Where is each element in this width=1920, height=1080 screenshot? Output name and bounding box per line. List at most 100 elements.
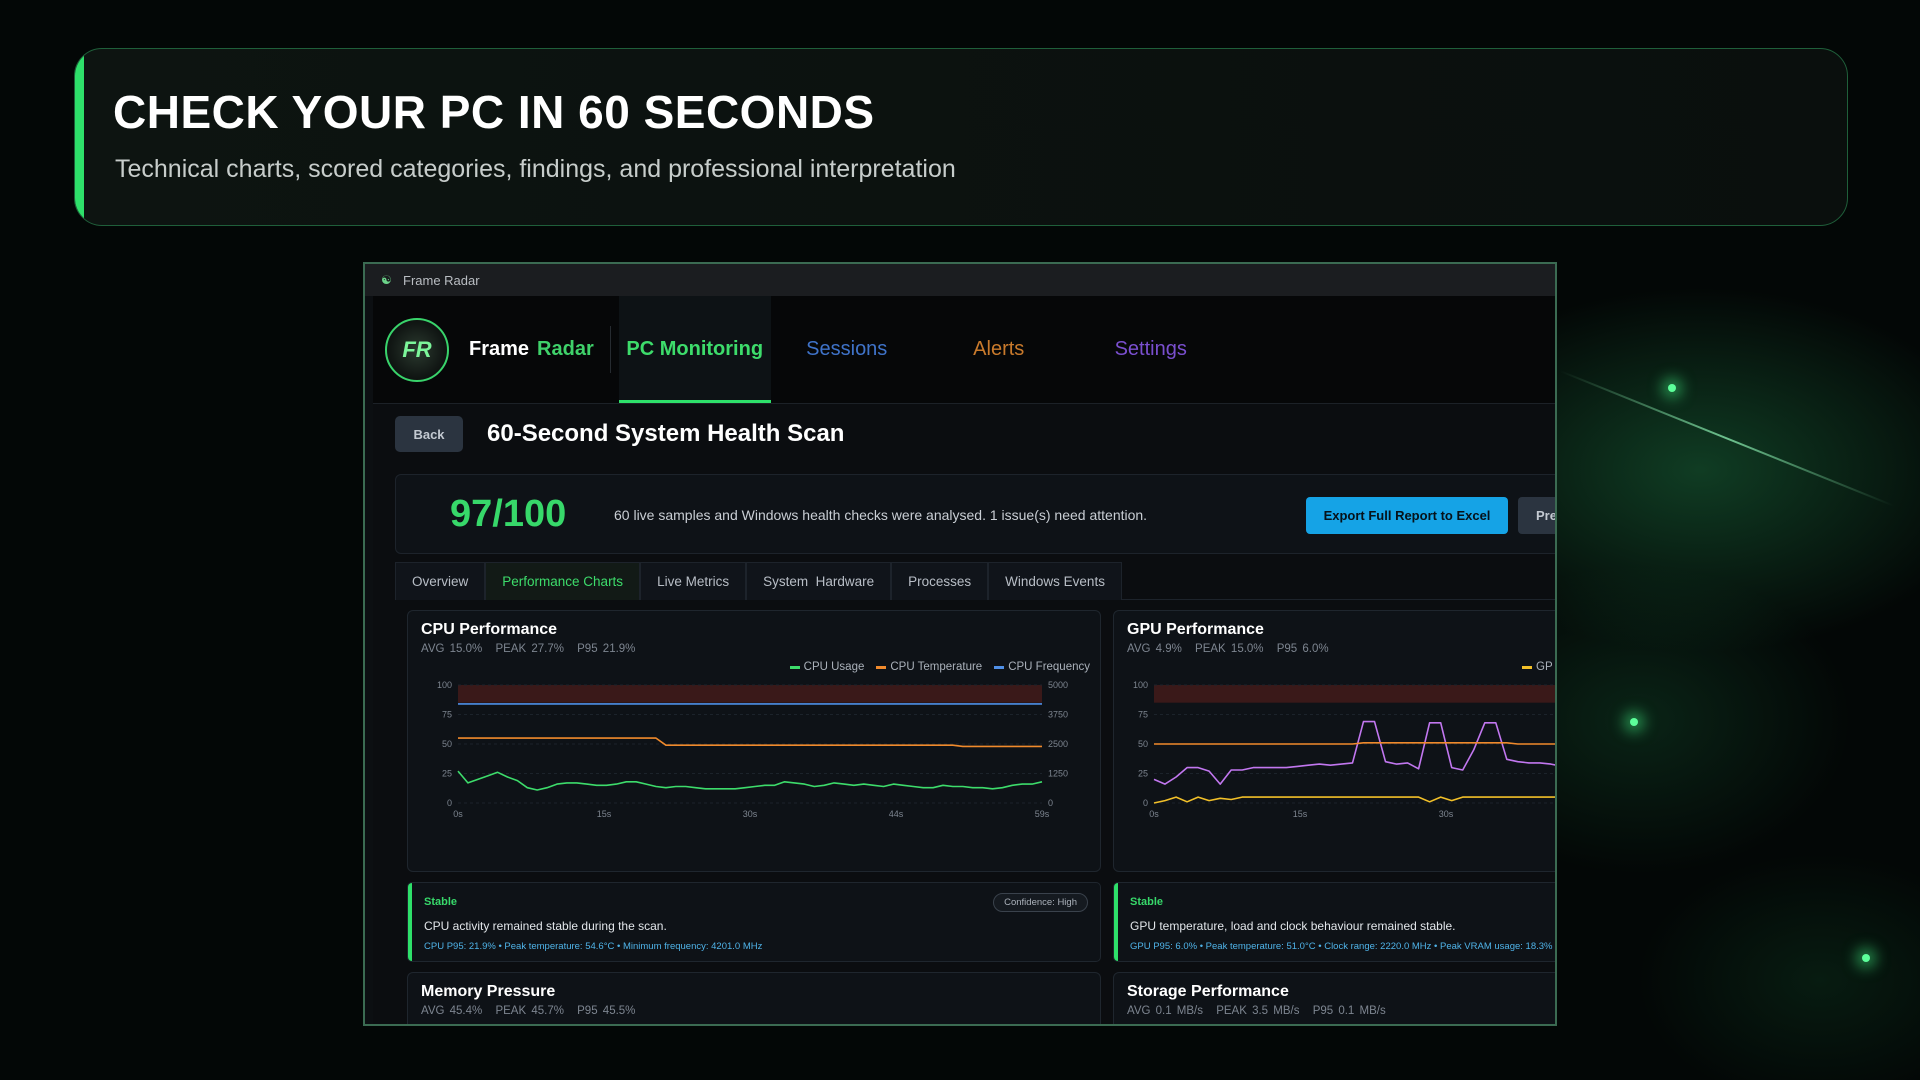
nav-tab-alerts[interactable]: Alerts bbox=[923, 296, 1075, 403]
nav-tab-settings[interactable]: Settings bbox=[1075, 296, 1227, 403]
card-stats: AVG 15.0% PEAK 27.7% P95 21.9% bbox=[421, 643, 643, 655]
confidence-badge: Confidence: High bbox=[993, 893, 1088, 912]
tab-windows-events[interactable]: Windows Events bbox=[988, 562, 1122, 600]
stat-avg: AVG 0.1 MB/s bbox=[1127, 1005, 1204, 1017]
finding-text: GPU temperature, load and clock behaviou… bbox=[1130, 919, 1456, 933]
app-window: ☯ Frame Radar FR Frame Radar PC Monitori… bbox=[363, 262, 1557, 1026]
stat-peak: PEAK 45.7% bbox=[495, 1005, 564, 1017]
tab-processes[interactable]: Processes bbox=[891, 562, 989, 600]
app-icon: ☯ bbox=[381, 273, 392, 287]
legend-label: CPU Frequency bbox=[1008, 661, 1090, 673]
legend-item[interactable]: GP bbox=[1522, 661, 1553, 673]
card-title: Memory Pressure bbox=[421, 983, 556, 1000]
y2-tick-label: 0 bbox=[1048, 798, 1053, 808]
cpu-finding-card: Stable Confidence: High CPU activity rem… bbox=[407, 882, 1101, 962]
brand-name: Frame Radar bbox=[461, 326, 611, 373]
window-titlebar[interactable]: ☯ Frame Radar bbox=[365, 264, 1555, 296]
stat-avg: AVG 15.0% bbox=[421, 643, 483, 655]
y-tick-label: 0 bbox=[1143, 798, 1148, 808]
y-tick-label: 25 bbox=[1138, 769, 1148, 779]
x-tick-label: 59s bbox=[1035, 809, 1050, 819]
gpu-performance-card: GPU Performance AVG 4.9% PEAK 15.0% P95 … bbox=[1113, 610, 1555, 872]
brand-name-second: Radar bbox=[537, 338, 594, 360]
legend-item[interactable]: CPU Frequency bbox=[994, 661, 1090, 673]
series-line bbox=[1153, 720, 1555, 785]
y-tick-label: 0 bbox=[447, 798, 452, 808]
window-title: Frame Radar bbox=[403, 272, 480, 288]
card-stats: AVG 4.9% PEAK 15.0% P95 6.0% bbox=[1127, 643, 1337, 655]
tab-system-hardware[interactable]: System Hardware bbox=[746, 562, 892, 600]
tab-performance-charts[interactable]: Performance Charts bbox=[485, 562, 641, 600]
stat-avg: AVG 4.9% bbox=[1127, 643, 1182, 655]
y-tick-label: 50 bbox=[442, 739, 452, 749]
tab-overview[interactable]: Overview bbox=[395, 562, 486, 600]
gpu-finding-card: Stable GPU temperature, load and clock b… bbox=[1113, 882, 1555, 962]
page-title: 60-Second System Health Scan bbox=[487, 420, 845, 447]
background-light-dot bbox=[1862, 954, 1870, 962]
status-accent-bar bbox=[408, 883, 412, 961]
health-score: 97/100 bbox=[450, 493, 567, 535]
background-light-dot bbox=[1630, 718, 1638, 726]
legend-item[interactable]: CPU Usage bbox=[789, 661, 865, 673]
tab-live-metrics[interactable]: Live Metrics bbox=[640, 562, 747, 600]
legend-item[interactable]: CPU Temperature bbox=[876, 661, 982, 673]
threshold-band bbox=[1154, 685, 1555, 703]
card-stats: AVG 0.1 MB/s PEAK 3.5 MB/s P95 0.1 MB/s bbox=[1127, 1005, 1394, 1017]
x-tick-label: 0s bbox=[1149, 809, 1159, 819]
chart-legend: CPU Usage CPU Temperature CPU Frequency bbox=[789, 661, 1090, 673]
series-line bbox=[457, 770, 1043, 791]
finding-detail: CPU P95: 21.9% • Peak temperature: 54.6°… bbox=[424, 941, 763, 952]
storage-performance-card: Storage Performance AVG 0.1 MB/s PEAK 3.… bbox=[1113, 972, 1555, 1024]
legend-label: CPU Usage bbox=[803, 661, 865, 673]
card-title: GPU Performance bbox=[1127, 621, 1264, 638]
background-light-dot bbox=[1668, 384, 1676, 392]
hero-banner: CHECK YOUR PC IN 60 SECONDS Technical ch… bbox=[74, 48, 1848, 226]
gpu-chart: 0 25 50 75 100 0s 15s 30s bbox=[1133, 680, 1555, 819]
threshold-band bbox=[458, 685, 1042, 703]
scan-summary-text: 60 live samples and Windows health check… bbox=[614, 507, 1148, 523]
stat-p95: P95 0.1 MB/s bbox=[1312, 1005, 1386, 1017]
stat-avg: AVG 45.4% bbox=[421, 1005, 483, 1017]
brand-name-first: Frame bbox=[469, 338, 530, 360]
legend-label: CPU Temperature bbox=[890, 661, 983, 673]
hero-accent-bar bbox=[75, 49, 84, 225]
x-tick-label: 30s bbox=[1439, 809, 1454, 819]
legend-label: GP bbox=[1536, 661, 1553, 673]
app-body: FR Frame Radar PC Monitoring Sessions Al… bbox=[373, 296, 1555, 1024]
card-title: CPU Performance bbox=[421, 621, 558, 638]
export-excel-button[interactable]: Export Full Report to Excel bbox=[1306, 497, 1508, 534]
cpu-performance-card: CPU Performance AVG 15.0% PEAK 27.7% P95… bbox=[407, 610, 1101, 872]
x-tick-label: 15s bbox=[1293, 809, 1308, 819]
back-button[interactable]: Back bbox=[395, 416, 463, 452]
hero-title: CHECK YOUR PC IN 60 SECONDS bbox=[113, 86, 875, 138]
chart-legend: GP bbox=[1522, 661, 1553, 673]
finding-detail: GPU P95: 6.0% • Peak temperature: 51.0°C… bbox=[1130, 941, 1553, 952]
stat-p95: P95 21.9% bbox=[577, 643, 636, 655]
status-accent-bar bbox=[1114, 883, 1118, 961]
stat-peak: PEAK 15.0% bbox=[1195, 643, 1264, 655]
cpu-chart: 0 25 50 75 100 0 1250 2500 3750 5000 0s 15s 30s 44s 59… bbox=[437, 680, 1068, 819]
card-title: Storage Performance bbox=[1127, 983, 1289, 1000]
top-navigation: FR Frame Radar PC Monitoring Sessions Al… bbox=[373, 296, 1555, 404]
card-stats: AVG 45.4% PEAK 45.7% P95 45.5% bbox=[421, 1005, 643, 1017]
y-tick-label: 75 bbox=[1138, 710, 1148, 720]
finding-text: CPU activity remained stable during the … bbox=[424, 919, 667, 933]
memory-pressure-card: Memory Pressure AVG 45.4% PEAK 45.7% P95… bbox=[407, 972, 1101, 1024]
y-tick-label: 50 bbox=[1138, 739, 1148, 749]
status-label: Stable bbox=[424, 896, 458, 908]
frame-radar-logo-icon: FR bbox=[385, 317, 449, 382]
y-tick-label: 25 bbox=[442, 769, 452, 779]
y2-tick-label: 1250 bbox=[1048, 769, 1068, 779]
hero-subtitle: Technical charts, scored categories, fin… bbox=[115, 155, 956, 183]
status-label: Stable bbox=[1130, 896, 1164, 908]
stat-peak: PEAK 3.5 MB/s bbox=[1216, 1005, 1300, 1017]
stat-p95: P95 45.5% bbox=[577, 1005, 636, 1017]
nav-tab-sessions[interactable]: Sessions bbox=[771, 296, 923, 403]
secondary-action-button[interactable]: Pre bbox=[1518, 497, 1555, 534]
x-tick-label: 30s bbox=[743, 809, 758, 819]
nav-tab-pc-monitoring[interactable]: PC Monitoring bbox=[618, 296, 771, 403]
page-header: Back 60-Second System Health Scan bbox=[395, 416, 844, 452]
series-line bbox=[1153, 796, 1555, 804]
y2-tick-label: 5000 bbox=[1048, 680, 1068, 690]
y2-tick-label: 3750 bbox=[1048, 710, 1068, 720]
